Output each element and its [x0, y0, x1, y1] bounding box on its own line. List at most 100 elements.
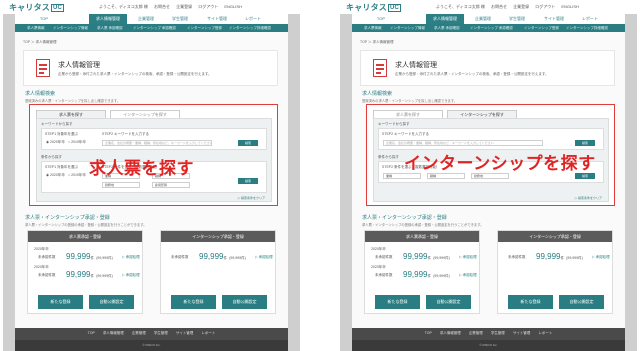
user-menu: ようこそ、ディスコ太郎 様 お問合せ 企業登録 ログアウト ENGLISH: [99, 4, 247, 10]
logout-link[interactable]: ログアウト: [535, 4, 555, 9]
annotation-job-search: 求人票を探す: [89, 159, 194, 178]
search-section-desc: 登録済みの求人票・インターンシップを探し出し確認できます。: [362, 99, 458, 103]
footer-link[interactable]: 求人情報管理: [103, 331, 124, 335]
card-year: 2020年卒: [371, 247, 386, 251]
subnav-item[interactable]: インターンシップ登録: [187, 24, 222, 32]
subnav-item[interactable]: インターンシップ情報: [53, 24, 88, 32]
pending-count: 99,999件 (99,999件): [66, 270, 113, 279]
nav-site[interactable]: サイト管理: [201, 14, 233, 24]
subnav-item[interactable]: 求人票 承認確認: [434, 24, 459, 32]
tab-job-search[interactable]: 求人票を探す: [373, 110, 443, 118]
site-logo[interactable]: キャリタス UC: [9, 2, 65, 13]
main-content: TOP ＞ 求人情報管理 求人情報管理 企業から登録・添付された求人票・インター…: [352, 32, 625, 328]
approval-link[interactable]: ▷ 承認処理: [255, 255, 273, 260]
nav-job-info[interactable]: 求人情報管理: [426, 14, 464, 24]
year-radio-2020[interactable]: ◉ 2020年卒: [46, 173, 65, 178]
site-logo[interactable]: キャリタス UC: [346, 2, 402, 13]
keyword-input[interactable]: 企業名、会社の概要・業種、職種、所在地など、キーワードを入力してください: [383, 140, 543, 146]
company-register-link[interactable]: 企業登録: [513, 4, 529, 9]
auto-publish-button[interactable]: 自動公開設定: [559, 295, 604, 309]
approval-link[interactable]: ▷ 承認処理: [459, 273, 477, 278]
contact-link[interactable]: お問合せ: [491, 4, 507, 9]
clear-conditions-link[interactable]: ▷ 検索条件をクリア: [575, 196, 602, 200]
nav-top[interactable]: TOP: [372, 14, 390, 24]
keyword-input[interactable]: 企業名、会社の概要・業種、職種、所在地など、キーワードを入力してください: [102, 140, 212, 146]
subnav-item[interactable]: インターンシップ情報: [390, 24, 425, 32]
footer-link[interactable]: 企業管理: [132, 331, 146, 335]
subnav-item[interactable]: インターンシップ詳細確認: [229, 24, 271, 32]
keyword-label: キーワードから探す: [41, 122, 73, 126]
subnav-item[interactable]: インターンシップ 承認確認: [470, 24, 513, 32]
new-register-button[interactable]: 新たな登録: [375, 295, 420, 309]
logout-link[interactable]: ログアウト: [198, 4, 218, 9]
english-link[interactable]: ENGLISH: [224, 4, 242, 9]
location-select[interactable]: 勤務地: [102, 182, 140, 188]
year-radio-2019[interactable]: ○ 2019年卒: [68, 173, 86, 178]
approval-link[interactable]: ▷ 承認処理: [592, 255, 610, 260]
subnav-item[interactable]: インターンシップ登録: [524, 24, 559, 32]
auto-publish-button[interactable]: 自動公開設定: [426, 295, 471, 309]
sub-nav: 求人票情報 インターンシップ情報 求人票 承認確認 インターンシップ 承認確認 …: [352, 24, 625, 32]
nav-student[interactable]: 学生管理: [502, 14, 532, 24]
footer-link[interactable]: 求人情報管理: [440, 331, 461, 335]
subnav-item[interactable]: 求人票情報: [364, 24, 382, 32]
nav-job-info[interactable]: 求人情報管理: [89, 14, 127, 24]
nav-report[interactable]: レポート: [239, 14, 267, 24]
new-register-button[interactable]: 新たな登録: [171, 295, 216, 309]
card-row-label: 未承認件数: [375, 273, 393, 277]
footer-link[interactable]: サイト管理: [176, 331, 194, 335]
auto-publish-button[interactable]: 自動公開設定: [89, 295, 134, 309]
footer-link[interactable]: レポート: [201, 331, 215, 335]
keyword-search-button[interactable]: 検索: [238, 140, 258, 146]
page-title: 求人情報管理: [58, 62, 100, 69]
keyword-box: STEP1 対象年を選ぶ ◉ 2020年卒 ○ 2019年卒 STEP2 キーワ…: [41, 128, 267, 150]
nav-company[interactable]: 企業管理: [131, 14, 161, 24]
tab-job-search[interactable]: 求人票を探す: [36, 110, 106, 118]
new-register-button[interactable]: 新たな登録: [508, 295, 553, 309]
contact-link[interactable]: お問合せ: [154, 4, 170, 9]
subnav-item[interactable]: インターンシップ 承認確認: [133, 24, 176, 32]
footer-link[interactable]: レポート: [538, 331, 552, 335]
keyword-label: キーワードから探す: [378, 122, 410, 126]
approval-link[interactable]: ▷ 承認処理: [122, 273, 140, 278]
footer-link[interactable]: TOP: [88, 331, 95, 335]
page-description: 企業から登録・添付された求人票・インターンシップの検索、承認・登録・公開設定を行…: [395, 72, 549, 76]
year-radio-2020[interactable]: ◉ 2020年卒: [46, 140, 65, 145]
approval-link[interactable]: ▷ 承認処理: [459, 255, 477, 260]
nav-student[interactable]: 学生管理: [165, 14, 195, 24]
approval-link[interactable]: ▷ 承認処理: [122, 255, 140, 260]
pending-count: 99,999件 (99,999件): [199, 252, 246, 261]
nav-top[interactable]: TOP: [35, 14, 53, 24]
footer-link[interactable]: 学生管理: [491, 331, 505, 335]
year-step: STEP1 対象年を選ぶ: [45, 132, 79, 136]
footer-links: TOP 求人情報管理 企業管理 学生管理 サイト管理 レポート: [15, 331, 288, 336]
pending-count: 99,999件 (99,999件): [66, 252, 113, 261]
footer-link[interactable]: 企業管理: [469, 331, 483, 335]
english-link[interactable]: ENGLISH: [561, 4, 579, 9]
employment-select[interactable]: 雇用形態: [152, 182, 190, 188]
footer-link[interactable]: サイト管理: [513, 331, 531, 335]
keyword-search-button[interactable]: 検索: [575, 140, 595, 146]
subnav-item[interactable]: 求人票 承認確認: [97, 24, 122, 32]
card-title: 求人票承認・登録: [28, 231, 142, 242]
new-register-button[interactable]: 新たな登録: [38, 295, 83, 309]
pending-count: 99,999件 (99,999件): [403, 270, 450, 279]
page-description: 企業から登録・添付された求人票・インターンシップの検索、承認・登録・公開設定を行…: [58, 72, 212, 76]
subnav-item[interactable]: インターンシップ詳細確認: [566, 24, 608, 32]
condition-search-button[interactable]: 検索: [238, 178, 258, 184]
tab-internship-search[interactable]: インターンシップを探す: [110, 110, 180, 118]
footer-link[interactable]: TOP: [425, 331, 432, 335]
nav-company[interactable]: 企業管理: [468, 14, 498, 24]
nav-site[interactable]: サイト管理: [538, 14, 570, 24]
search-section-title: 求人情報検索: [25, 91, 56, 97]
subnav-item[interactable]: 求人票情報: [27, 24, 45, 32]
company-register-link[interactable]: 企業登録: [176, 4, 192, 9]
footer-link[interactable]: 学生管理: [154, 331, 168, 335]
user-greeting: ようこそ、ディスコ太郎 様: [436, 4, 485, 9]
page-title: 求人情報管理: [395, 62, 437, 69]
auto-publish-button[interactable]: 自動公開設定: [222, 295, 267, 309]
nav-report[interactable]: レポート: [576, 14, 604, 24]
year-radio-2019[interactable]: ○ 2019年卒: [68, 140, 86, 145]
clear-conditions-link[interactable]: ▷ 検索条件をクリア: [238, 196, 265, 200]
tab-internship-search[interactable]: インターンシップを探す: [447, 110, 517, 118]
